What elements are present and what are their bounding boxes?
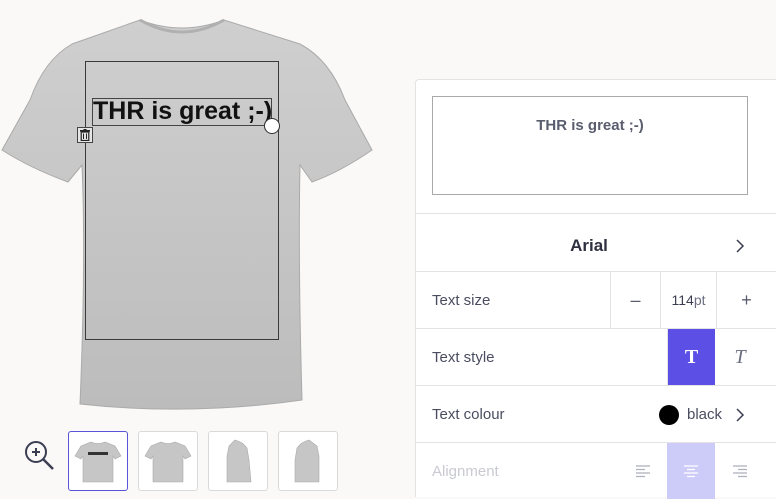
text-style-row: Text style T T [416,328,776,385]
delete-design-button[interactable] [77,127,93,143]
zoom-in-icon [25,441,54,470]
text-size-input[interactable]: 114pt [660,272,716,328]
text-colour-label: Text colour [432,406,505,423]
zoom-button[interactable] [22,438,56,472]
text-colour-selector[interactable]: Text colour black [416,385,776,442]
colour-swatch [659,405,679,425]
plus-icon: + [741,289,752,310]
text-size-increment-button[interactable]: + [716,272,776,328]
design-text[interactable]: THR is great ;-) [93,96,283,126]
resize-handle[interactable] [264,118,280,134]
font-name: Arial [570,236,608,255]
thumbnail-front[interactable] [138,431,198,491]
minus-icon: – [630,289,641,310]
alignment-row: Alignment [416,442,776,499]
thumbnail-side-left[interactable] [208,431,268,491]
text-size-decrement-button[interactable]: – [610,272,660,328]
align-center-icon [684,465,698,478]
thumbnail-front-with-design[interactable] [68,431,128,491]
tshirt-thumbnail-icon [144,441,192,483]
align-right-button[interactable] [716,443,764,499]
font-selector[interactable]: Arial [416,213,776,271]
bold-button[interactable]: T [667,329,715,385]
text-size-label: Text size [432,292,491,309]
align-left-button[interactable] [619,443,667,499]
align-left-icon [636,465,650,478]
colour-name: black [687,406,723,423]
tshirt-side-thumbnail-icon [294,439,320,483]
text-editor-panel: THR is great ;-) Arial Text size – 114pt… [415,79,776,499]
chevron-right-icon [736,239,745,253]
tshirt-thumbnail-icon [74,441,122,483]
chevron-right-icon [736,408,745,422]
italic-button[interactable]: T [715,329,765,385]
align-center-button[interactable] [667,443,715,499]
italic-icon: T [734,345,746,368]
text-size-value: 114 [671,292,694,308]
text-style-label: Text style [432,349,495,366]
bold-icon: T [684,345,699,368]
trash-icon [80,129,90,141]
text-size-row: Text size – 114pt + [416,271,776,328]
text-size-unit: pt [693,292,706,308]
thumbnail-side-right[interactable] [278,431,338,491]
product-stage: THR is great ;-) [0,0,390,420]
text-input[interactable]: THR is great ;-) [432,96,748,195]
tshirt-side-thumbnail-icon [226,439,252,483]
alignment-label: Alignment [432,463,499,480]
align-right-icon [733,465,747,478]
